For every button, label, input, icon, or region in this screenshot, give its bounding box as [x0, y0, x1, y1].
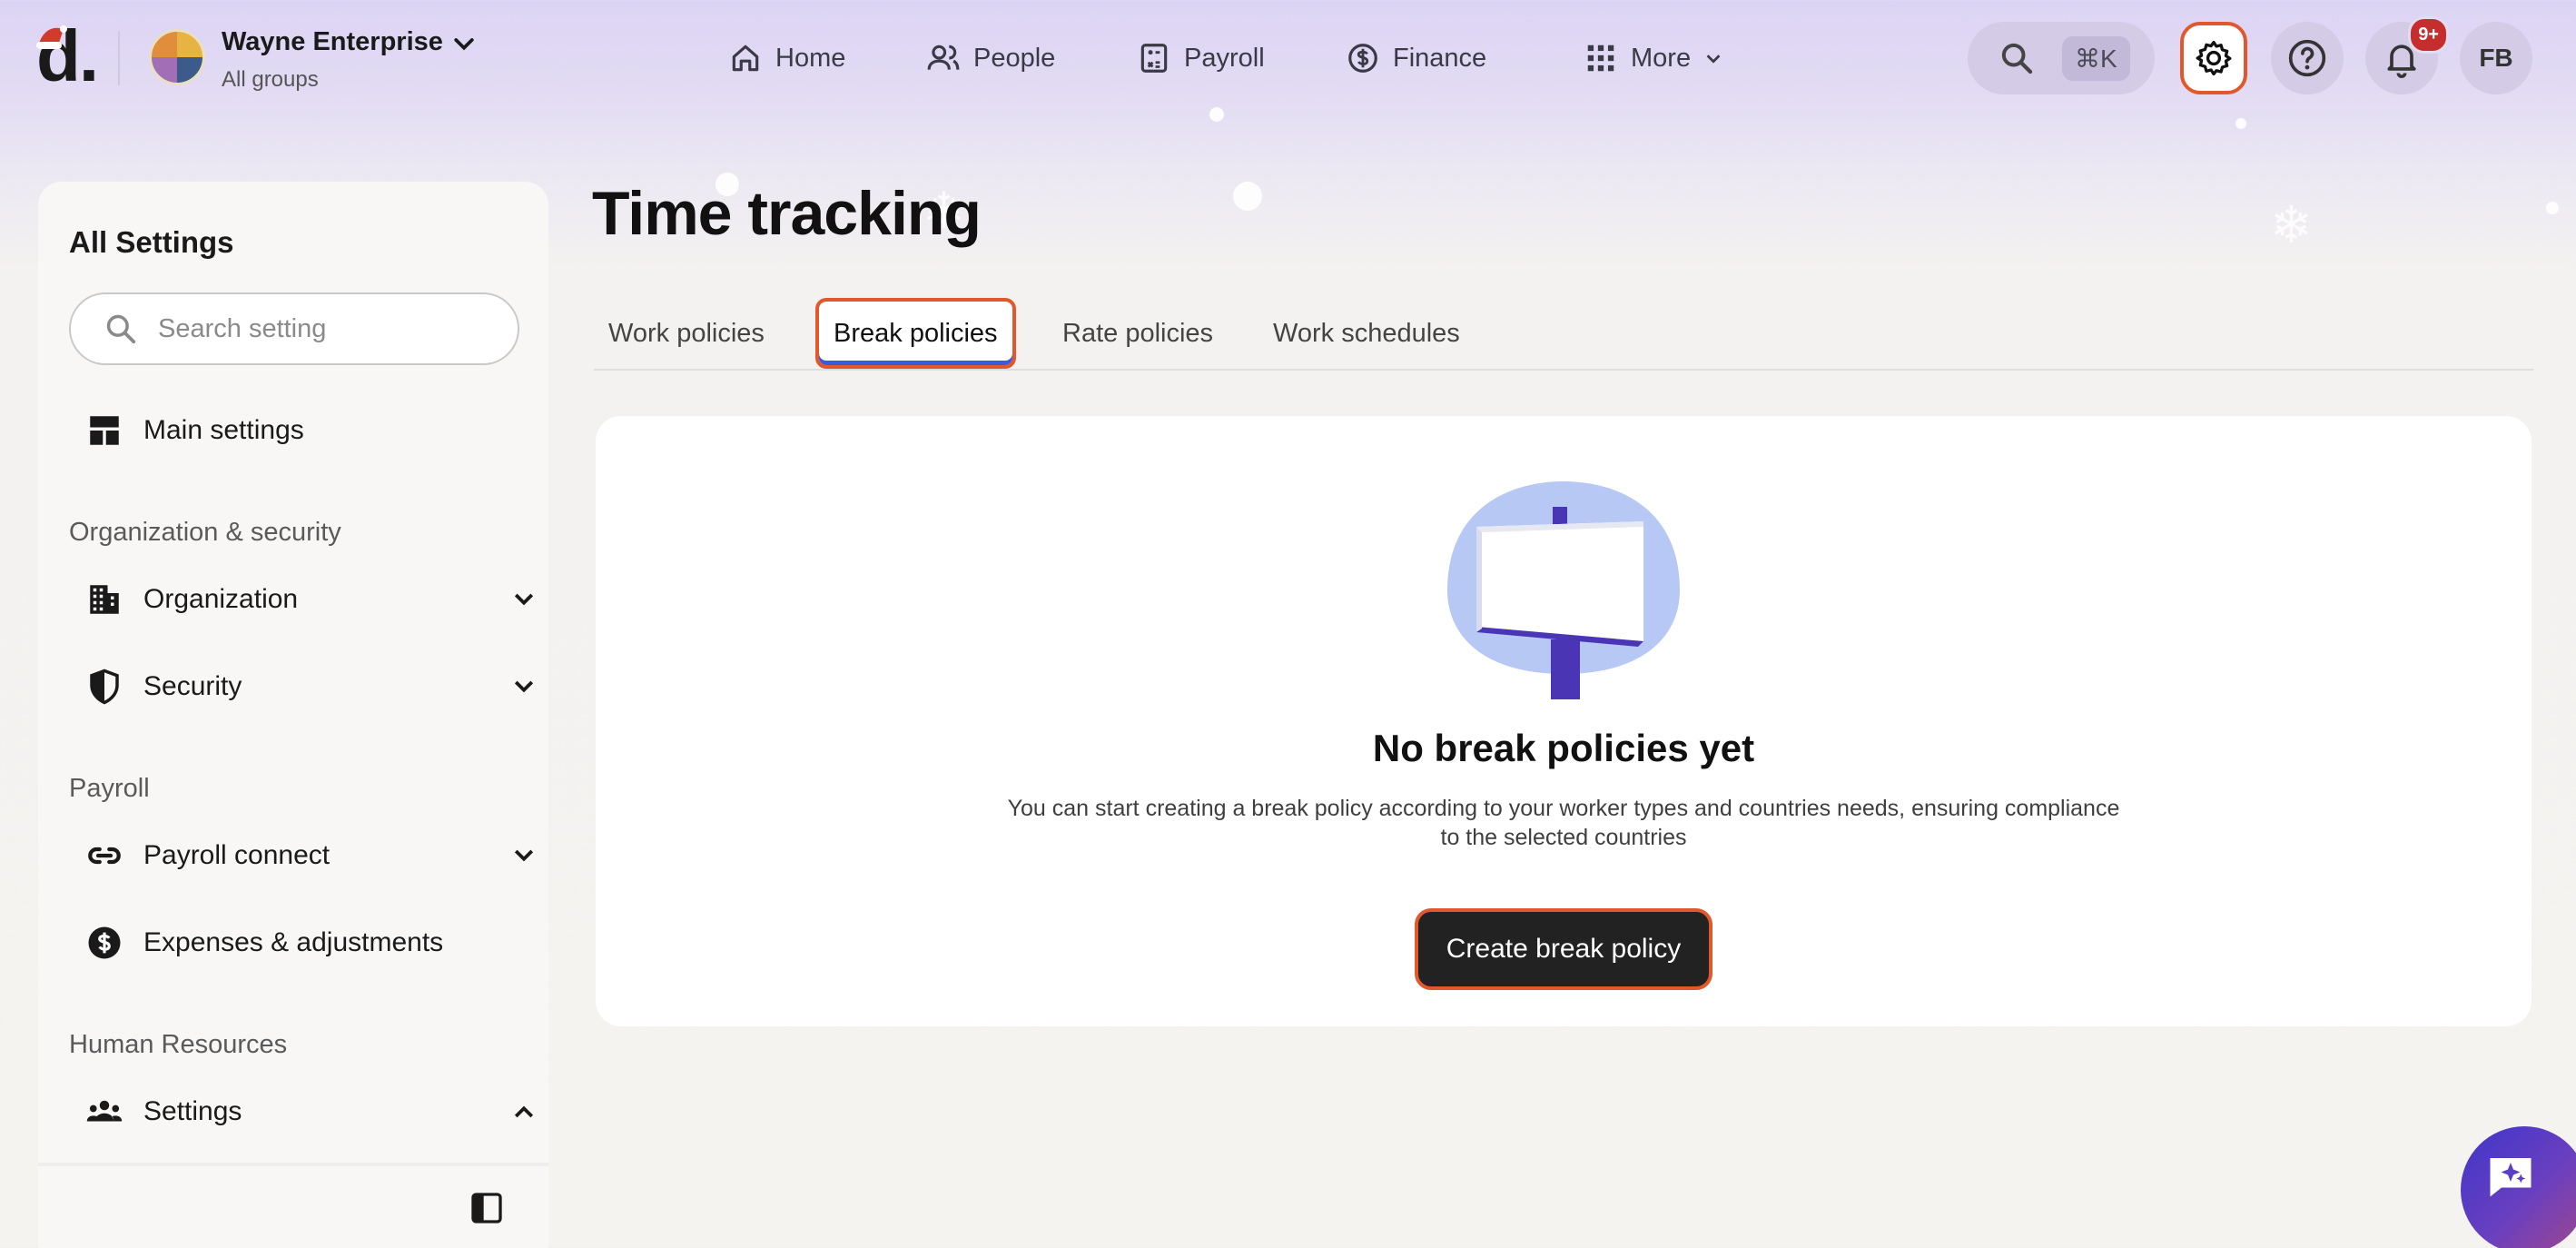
nav-finance-label: Finance: [1393, 43, 1487, 73]
sidebar-footer: [38, 1163, 548, 1248]
search-icon: [106, 314, 136, 344]
user-initials: FB: [2479, 44, 2513, 72]
app-logo[interactable]: d.: [36, 20, 99, 93]
settings-sidebar: All Settings Search setting Main setting…: [38, 182, 548, 1248]
sidebar-item-label: Settings: [143, 1096, 242, 1126]
sidebar-item-hr-settings[interactable]: Settings: [85, 1085, 539, 1139]
page-title: Time tracking: [592, 179, 982, 248]
nav-payroll-label: Payroll: [1184, 43, 1265, 73]
sidebar-item-payroll-connect[interactable]: Payroll connect: [85, 828, 539, 883]
chevron-up-icon[interactable]: [510, 1098, 538, 1125]
sidebar-item-main-settings[interactable]: Main settings: [85, 403, 539, 458]
santa-hat-icon: [36, 25, 67, 49]
create-break-policy-button[interactable]: Create break policy: [1415, 908, 1712, 990]
notification-badge: 9+: [2408, 16, 2449, 54]
sidebar-item-security[interactable]: Security: [85, 659, 539, 714]
top-header: d. Wayne Enterprise All groups Home Peop…: [0, 0, 2576, 118]
nav-home-label: Home: [775, 43, 846, 73]
sidebar-section-hr: Human Resources: [69, 1030, 288, 1059]
snow-dot: [1233, 182, 1262, 211]
empty-state-description: You can start creating a break policy ac…: [973, 794, 2154, 852]
chevron-down-icon[interactable]: [510, 586, 538, 613]
tab-work-schedules[interactable]: Work schedules: [1273, 298, 1460, 369]
sidebar-item-label: Expenses & adjustments: [143, 927, 444, 957]
shield-icon: [90, 669, 119, 705]
payroll-icon: [1140, 44, 1168, 73]
dollar-icon: [88, 926, 121, 959]
search-icon: [2001, 43, 2033, 74]
chevron-down-icon: [1706, 54, 1721, 64]
snow-dot: [2235, 118, 2246, 129]
help-button[interactable]: [2271, 22, 2344, 94]
sidebar-item-organization[interactable]: Organization: [85, 572, 539, 627]
ai-sparkle-chat-icon: [2490, 1158, 2532, 1197]
sidebar-title: All Settings: [69, 225, 234, 259]
group-icon: [86, 1100, 123, 1122]
sidebar-item-expenses[interactable]: Expenses & adjustments: [85, 916, 539, 970]
sidebar-toggle-icon[interactable]: [469, 1190, 505, 1226]
settings-search-input[interactable]: Search setting: [69, 292, 519, 365]
snow-dot: [2546, 202, 2559, 214]
empty-state-card: No break policies yet You can start crea…: [596, 416, 2532, 1026]
sidebar-item-label: Organization: [143, 584, 299, 614]
settings-button[interactable]: [2180, 22, 2247, 94]
org-avatar[interactable]: [149, 29, 205, 85]
sidebar-item-label: Security: [143, 671, 242, 701]
nav-people-label: People: [973, 43, 1056, 73]
sidebar-item-label: Main settings: [143, 415, 304, 445]
help-icon: [2288, 39, 2326, 77]
signboard-illustration: [1447, 481, 1680, 699]
search-shortcut: ⌘K: [2062, 35, 2130, 81]
org-name[interactable]: Wayne Enterprise: [222, 27, 443, 57]
finance-icon: [1348, 44, 1377, 73]
people-icon: [927, 45, 960, 70]
sidebar-section-org-security: Organization & security: [69, 518, 341, 547]
building-icon: [90, 585, 119, 614]
empty-state-description-line: You can start creating a break policy ac…: [1007, 796, 2120, 821]
nav-payroll[interactable]: Payroll: [1137, 25, 1265, 91]
chevron-down-icon[interactable]: [450, 31, 478, 58]
sidebar-item-label: Payroll connect: [143, 840, 331, 870]
global-search-button[interactable]: ⌘K: [1968, 22, 2155, 94]
notifications-button[interactable]: 9+: [2365, 16, 2449, 94]
search-placeholder: Search setting: [158, 313, 327, 343]
grid-icon: [1587, 45, 1614, 72]
ai-assistant-button[interactable]: [2461, 1126, 2576, 1248]
chevron-down-icon[interactable]: [510, 673, 538, 700]
empty-state-description-line: to the selected countries: [1440, 825, 1687, 850]
snowflake-icon: ❄: [2270, 196, 2313, 255]
chevron-down-icon[interactable]: [510, 842, 538, 869]
header-divider: [118, 31, 120, 85]
policy-tabs: Work policies Break policies Rate polici…: [594, 298, 2533, 371]
dashboard-icon: [90, 416, 119, 445]
sidebar-section-payroll: Payroll: [69, 774, 150, 803]
user-avatar[interactable]: FB: [2460, 22, 2532, 94]
link-icon: [88, 847, 121, 865]
nav-finance[interactable]: Finance: [1346, 25, 1486, 91]
gear-icon: [2196, 40, 2232, 76]
tab-rate-policies[interactable]: Rate policies: [1062, 298, 1213, 369]
tab-work-policies[interactable]: Work policies: [608, 298, 765, 369]
empty-state-title: No break policies yet: [1372, 727, 1755, 769]
nav-people[interactable]: People: [926, 25, 1055, 91]
nav-more-label: More: [1631, 43, 1692, 73]
home-icon: [732, 45, 759, 72]
nav-home[interactable]: Home: [728, 25, 845, 91]
org-group: All groups: [222, 67, 319, 92]
tab-break-policies[interactable]: Break policies: [815, 298, 1016, 369]
nav-more[interactable]: More: [1584, 25, 1723, 91]
